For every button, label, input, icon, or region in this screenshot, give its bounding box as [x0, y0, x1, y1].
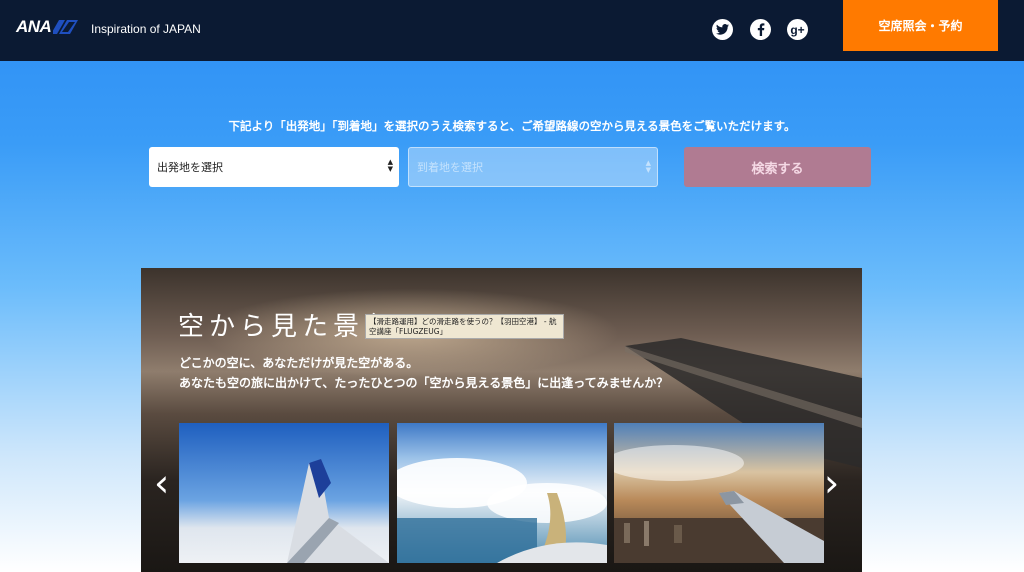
hero-title: 空から見た景色	[178, 312, 396, 342]
ana-logo-mark-icon	[53, 20, 79, 34]
carousel-photo-wing-blue-sky[interactable]	[179, 423, 389, 563]
origin-select-value: 出発地を選択	[157, 161, 223, 174]
hero-lead-line1: どこかの空に、あなただけが見た空がある。	[179, 356, 419, 370]
google-plus-glyph: g+	[790, 22, 805, 37]
hero-lead: どこかの空に、あなただけが見た空がある。 あなたも空の旅に出かけて、たったひとつ…	[179, 353, 668, 393]
destination-select-value: 到着地を選択	[417, 161, 483, 174]
site-header: ANA Inspiration of JAPAN g+ 空席照会・予約	[0, 0, 1024, 61]
google-plus-icon[interactable]: g+	[787, 19, 808, 40]
tagline: Inspiration of JAPAN	[91, 22, 201, 36]
carousel-prev-arrow[interactable]: ‹	[154, 463, 169, 503]
search-instructions: 下記より「出発地」「到着地」を選択のうえ検索すると、ご希望路線の空から見える景色…	[228, 119, 796, 133]
carousel-next-arrow[interactable]: ›	[824, 463, 839, 503]
twitter-icon[interactable]	[712, 19, 733, 40]
hero-lead-line2: あなたも空の旅に出かけて、たったひとつの「空から見える景色」に出逢ってみませんか…	[179, 376, 669, 390]
carousel-photo-city-sunset[interactable]	[614, 423, 824, 563]
link-tooltip: 【滑走路運用】どの滑走路を使うの？【羽田空港】 - 航空講座「FLUGZEUG」	[365, 314, 564, 339]
reserve-button[interactable]: 空席照会・予約	[843, 0, 998, 51]
select-arrows-icon: ▲ ▼	[645, 159, 651, 174]
logo-text: ANA	[16, 17, 52, 36]
carousel-photo-clouds-coast[interactable]	[397, 423, 607, 563]
select-arrows-icon: ▲ ▼	[387, 158, 393, 173]
ana-logo[interactable]: ANA	[16, 17, 79, 37]
destination-select[interactable]: 到着地を選択 ▲ ▼	[408, 147, 658, 187]
search-button[interactable]: 検索する	[684, 147, 871, 187]
origin-select[interactable]: 出発地を選択 ▲ ▼	[149, 147, 399, 187]
facebook-icon[interactable]	[750, 19, 771, 40]
